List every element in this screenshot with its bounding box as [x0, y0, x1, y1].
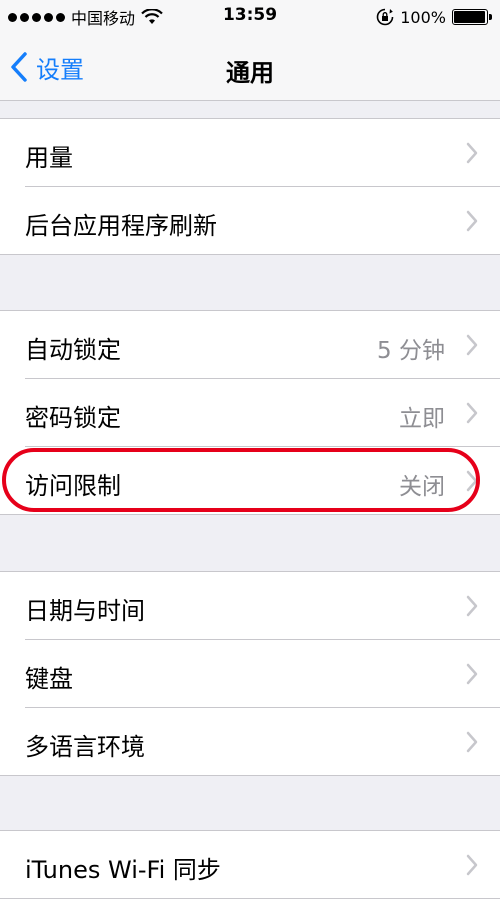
row-value: 关闭 [399, 474, 445, 500]
chevron-right-icon [466, 663, 478, 685]
chevron-right-icon [466, 210, 478, 232]
status-right: 100% [376, 6, 492, 28]
chevron-right-icon [466, 142, 478, 164]
settings-row-keyboard[interactable]: 键盘 [25, 640, 500, 708]
row-value: 5 分钟 [377, 338, 445, 364]
row-label: 键盘 [25, 665, 73, 693]
row-label: iTunes Wi-Fi 同步 [25, 856, 221, 884]
settings-group: 用量 后台应用程序刷新 [0, 118, 500, 255]
settings-row-usage[interactable]: 用量 [25, 119, 500, 187]
settings-row-international[interactable]: 多语言环境 [25, 708, 500, 775]
row-label: 自动锁定 [25, 336, 121, 364]
navigation-bar: 设置 通用 [0, 34, 500, 101]
page-title: 通用 [226, 59, 274, 87]
status-bar: 中国移动 13:59 100% [0, 0, 500, 34]
row-label: 日期与时间 [25, 597, 145, 625]
battery-icon [452, 9, 492, 25]
settings-row-restrictions[interactable]: 访问限制 关闭 [25, 447, 500, 514]
settings-group: 日期与时间 键盘 多语言环境 [0, 571, 500, 776]
settings-group: 自动锁定 5 分钟 密码锁定 立即 访问限制 关闭 [0, 310, 500, 515]
chevron-right-icon [466, 334, 478, 356]
battery-percentage: 100% [400, 7, 446, 27]
chevron-right-icon [466, 595, 478, 617]
row-label: 访问限制 [25, 472, 121, 500]
row-label: 密码锁定 [25, 404, 121, 432]
settings-row-date-time[interactable]: 日期与时间 [25, 572, 500, 640]
row-label: 用量 [25, 144, 73, 172]
settings-row-background-app-refresh[interactable]: 后台应用程序刷新 [25, 187, 500, 254]
row-value: 立即 [399, 406, 445, 432]
settings-row-auto-lock[interactable]: 自动锁定 5 分钟 [25, 311, 500, 379]
chevron-right-icon [466, 402, 478, 424]
row-label: 多语言环境 [25, 733, 145, 761]
chevron-right-icon [466, 731, 478, 753]
row-label: 后台应用程序刷新 [25, 212, 217, 240]
settings-row-passcode-lock[interactable]: 密码锁定 立即 [25, 379, 500, 447]
chevron-right-icon [466, 854, 478, 876]
chevron-right-icon [466, 470, 478, 492]
settings-group: iTunes Wi-Fi 同步 [0, 830, 500, 899]
rotation-lock-icon [376, 8, 394, 26]
